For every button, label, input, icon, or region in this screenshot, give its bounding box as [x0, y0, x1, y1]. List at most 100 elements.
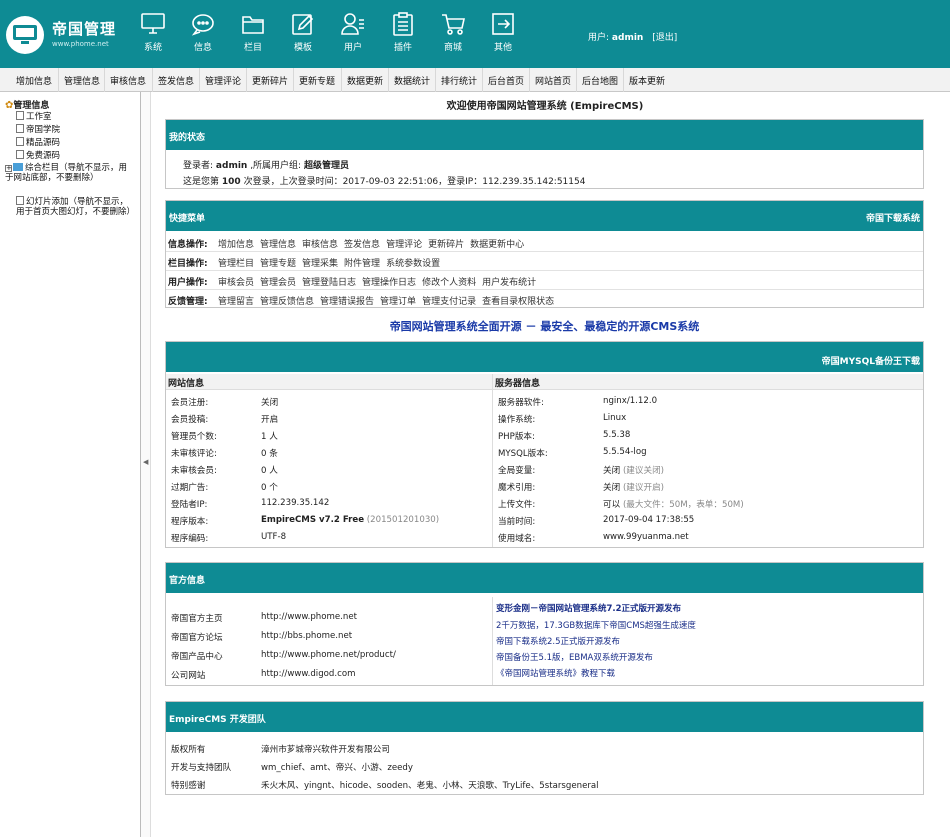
menu-data-stats[interactable]: 数据统计: [394, 74, 430, 87]
menu-review-info[interactable]: 审核信息: [110, 74, 146, 87]
tree-root[interactable]: ✿管理信息: [5, 98, 49, 111]
login-count: 100: [221, 177, 241, 187]
edit-icon: [292, 14, 314, 35]
folder-icon: [13, 163, 23, 171]
tree-item[interactable]: 精品源码: [16, 137, 60, 148]
logout-link[interactable]: [退出]: [652, 33, 677, 43]
site-info-panel: 帝国MYSQL备份王下载 网站信息 服务器信息 会员注册: 关闭 会员投稿: 开启 …: [165, 341, 924, 548]
quick-link[interactable]: 附件管理: [344, 259, 380, 269]
nav-column-button[interactable]: 栏目: [233, 12, 273, 56]
news-item[interactable]: 《帝国网站管理系统》教程下载: [496, 667, 615, 679]
quick-link[interactable]: 管理反馈信息: [260, 297, 314, 307]
top-header: 帝国管理 www.phome.net 系统 信息 栏目 模板 用户 插件 商城 …: [0, 0, 950, 68]
nav-info-button[interactable]: 信息: [183, 12, 223, 56]
tree-item-folder[interactable]: + 综合栏目（导航不显示，用于网站底部，不要删除）: [5, 163, 133, 183]
menu-version-update[interactable]: 版本更新: [629, 74, 665, 87]
quick-link[interactable]: 管理操作日志: [362, 278, 416, 288]
nav-label: 用户: [343, 43, 362, 53]
document-icon: [16, 150, 24, 159]
quick-link[interactable]: 管理栏目: [218, 259, 254, 269]
quick-link[interactable]: 修改个人资料: [422, 278, 476, 288]
quick-link[interactable]: 管理采集: [302, 259, 338, 269]
collapse-arrow-icon[interactable]: ◀: [143, 458, 148, 466]
menu-separator: [529, 68, 530, 92]
official-url-link[interactable]: http://www.phome.net/product/: [261, 650, 396, 660]
quick-link[interactable]: 增加信息: [218, 240, 254, 250]
menu-data-update[interactable]: 数据更新: [347, 74, 383, 87]
nav-template-button[interactable]: 模板: [283, 12, 323, 56]
quick-link[interactable]: 管理登陆日志: [302, 278, 356, 288]
official-url-link[interactable]: http://www.digod.com: [261, 669, 355, 679]
quick-row-info: 信息操作: 增加信息 管理信息 审核信息 签发信息 管理评论 更新碎片 数据更新中心: [166, 233, 923, 252]
quick-link[interactable]: 管理会员: [260, 278, 296, 288]
exit-icon: [492, 13, 514, 35]
nav-user-button[interactable]: 用户: [333, 12, 373, 56]
nav-system-button[interactable]: 系统: [133, 12, 173, 56]
quick-link[interactable]: 管理错误报告: [320, 297, 374, 307]
tree-item[interactable]: 幻灯片添加（导航不显示，用于首页大图幻灯，不要删除）: [16, 196, 135, 217]
menu-separator: [576, 68, 577, 92]
menu-add-info[interactable]: 增加信息: [16, 74, 52, 87]
news-item[interactable]: 变形金刚－帝国网站管理系统7.2正式版开源发布: [496, 602, 681, 614]
menu-site-home[interactable]: 网站首页: [535, 74, 571, 87]
document-icon: [16, 196, 24, 205]
quick-row-user: 用户操作: 审核会员 管理会员 管理登陆日志 管理操作日志 修改个人资料 用户发布统计: [166, 271, 923, 290]
menu-separator: [293, 68, 294, 92]
nav-label: 信息: [193, 43, 212, 53]
user-label: 用户:: [588, 33, 610, 43]
nav-label: 其他: [493, 43, 512, 53]
quick-link[interactable]: 系统参数设置: [386, 259, 440, 269]
sidebar-toggle-splitter[interactable]: ◀: [141, 92, 151, 837]
tree-item-label: 帝国学院: [26, 125, 61, 135]
quick-link[interactable]: 用户发布统计: [482, 278, 536, 288]
slogan-link[interactable]: 帝国网站管理系统全面开源 － 最安全、最稳定的开源CMS系统: [165, 318, 924, 334]
panel-header: 官方信息: [166, 563, 923, 593]
quick-link[interactable]: 管理支付记录: [422, 297, 476, 307]
quick-link[interactable]: 管理信息: [260, 240, 296, 250]
nav-plugin-button[interactable]: 插件: [383, 12, 423, 56]
quick-link[interactable]: 管理专题: [260, 259, 296, 269]
menu-admin-home[interactable]: 后台首页: [488, 74, 524, 87]
quick-link[interactable]: 数据更新中心: [470, 240, 524, 250]
official-url-link[interactable]: http://bbs.phome.net: [261, 631, 352, 641]
tree-root-label: 管理信息: [13, 101, 50, 111]
tree-item[interactable]: 帝国学院: [16, 124, 60, 135]
quick-link[interactable]: 更新碎片: [428, 240, 464, 250]
nav-other-button[interactable]: 其他: [483, 12, 523, 56]
status-panel: 我的状态 登录者: admin ,所属用户组: 超级管理员 这是您第 100 次…: [165, 119, 924, 189]
panel-header: 快捷菜单 帝国下载系统: [166, 201, 923, 231]
quick-link[interactable]: 签发信息: [344, 240, 380, 250]
menu-sign-info[interactable]: 签发信息: [158, 74, 194, 87]
quick-link[interactable]: 审核信息: [302, 240, 338, 250]
menu-manage-comments[interactable]: 管理评论: [205, 74, 241, 87]
news-item[interactable]: 帝国备份王5.1版，EBMA双系统开源发布: [496, 651, 653, 663]
news-item[interactable]: 帝国下载系统2.5正式版开源发布: [496, 635, 620, 647]
nav-label: 商城: [443, 43, 462, 53]
official-url-link[interactable]: http://www.phome.net: [261, 612, 357, 622]
news-item[interactable]: 2千万数据，17.3GB数据库下帝国CMS超强生成速度: [496, 619, 696, 631]
server-info-heading: 服务器信息: [493, 374, 923, 390]
download-system-link[interactable]: 帝国下载系统: [866, 211, 920, 224]
menu-manage-info[interactable]: 管理信息: [64, 74, 100, 87]
menu-update-topics[interactable]: 更新专题: [299, 74, 335, 87]
nav-shop-button[interactable]: 商城: [433, 12, 473, 56]
expand-icon[interactable]: +: [5, 165, 12, 172]
quick-row-feedback: 反馈管理: 管理留言 管理反馈信息 管理错误报告 管理订单 管理支付记录 查看目录权限状态: [168, 297, 555, 307]
quick-link[interactable]: 管理留言: [218, 297, 254, 307]
menu-ranking-stats[interactable]: 排行统计: [441, 74, 477, 87]
tree-item[interactable]: 免费源码: [16, 150, 60, 161]
user-icon: [341, 13, 364, 35]
tree-item-label: 综合栏目（导航不显示，用于网站底部，不要删除）: [5, 163, 128, 183]
quick-row-column: 栏目操作: 管理栏目 管理专题 管理采集 附件管理 系统参数设置: [166, 252, 923, 271]
menu-admin-map[interactable]: 后台地图: [582, 74, 618, 87]
quick-link[interactable]: 管理评论: [386, 240, 422, 250]
menu-separator: [104, 68, 105, 92]
main-content: 欢迎使用帝国网站管理系统 (EmpireCMS) 我的状态 登录者: admin…: [152, 92, 950, 837]
mysql-backup-download-link[interactable]: 帝国MYSQL备份王下载: [822, 354, 920, 367]
panel-title: 官方信息: [169, 576, 206, 586]
quick-link[interactable]: 管理订单: [380, 297, 416, 307]
quick-link[interactable]: 查看目录权限状态: [482, 297, 554, 307]
menu-update-fragments[interactable]: 更新碎片: [252, 74, 288, 87]
tree-item[interactable]: 工作室: [16, 111, 52, 122]
quick-link[interactable]: 审核会员: [218, 278, 254, 288]
